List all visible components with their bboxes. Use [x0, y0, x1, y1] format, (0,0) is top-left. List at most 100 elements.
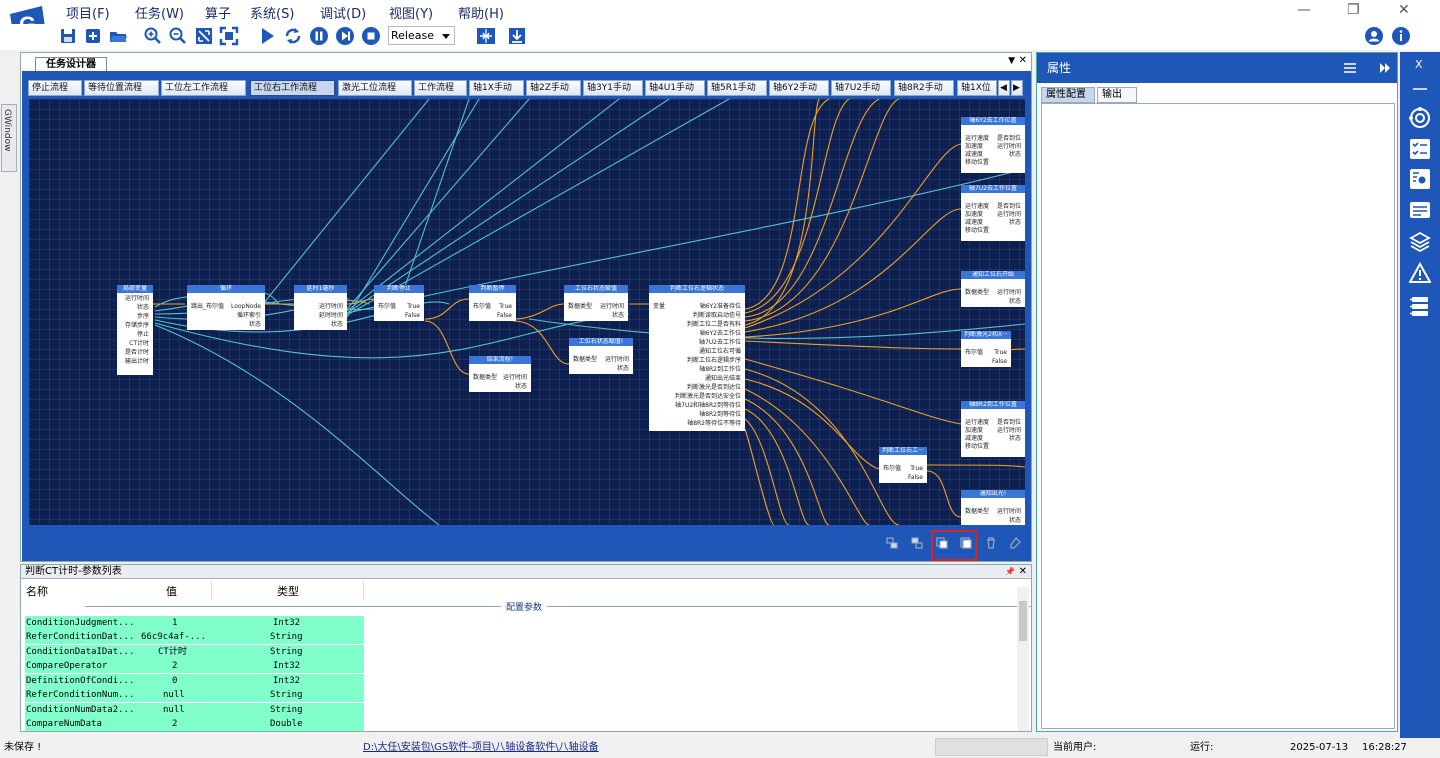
- workflow-tab[interactable]: 轴5R1手动: [707, 80, 767, 96]
- designer-doc-tab[interactable]: 任务设计器: [35, 57, 107, 71]
- param-scrollbar[interactable]: [1017, 587, 1029, 731]
- node-end-flow[interactable]: 结束流程! 数据类型 运行时间 状态: [469, 356, 531, 392]
- menu-view[interactable]: 视图(Y): [389, 3, 433, 22]
- workflow-tab-active[interactable]: 工位右工作流程: [250, 80, 335, 96]
- workflow-tab[interactable]: 停止流程: [28, 80, 82, 96]
- node-check-laser[interactable]: 判断激光2和X··· 布尔值 True False: [961, 331, 1011, 367]
- menu-help[interactable]: 帮助(H): [458, 3, 504, 22]
- param-row[interactable]: ConditionJudgment... 1 Int32: [25, 616, 364, 630]
- node-local-vars[interactable]: 局部变量 运行时间 状态 步序 存储步序 停止 CT计时 是否计时 输出计时: [117, 285, 153, 375]
- delete-icon[interactable]: [985, 537, 997, 549]
- workflow-tab[interactable]: 轴2Z手动: [526, 80, 581, 96]
- clear-icon[interactable]: [1009, 537, 1021, 549]
- stop-icon[interactable]: [361, 26, 381, 46]
- tab-scroll-left-button[interactable]: ◀: [998, 80, 1010, 96]
- layers-icon[interactable]: [1409, 231, 1431, 253]
- col-type[interactable]: 类型: [277, 583, 299, 599]
- workflow-tab[interactable]: 轴1X手动: [469, 80, 524, 96]
- node-notify-laser[interactable]: 通知出光! 数据类型 运行时间 状态: [961, 490, 1025, 525]
- workflow-tab[interactable]: 轴8R2手动: [894, 80, 954, 96]
- workflow-tab[interactable]: 轴3Y1手动: [583, 80, 643, 96]
- param-row[interactable]: ReferConditionNum... null String: [25, 688, 364, 702]
- zoom-in-icon[interactable]: [143, 26, 163, 46]
- checklist-icon[interactable]: [1409, 138, 1431, 160]
- param-close-button[interactable]: ✕: [1019, 565, 1027, 578]
- lifebuoy-icon[interactable]: [1409, 107, 1431, 129]
- menu-system[interactable]: 系统(S): [250, 3, 294, 22]
- tab-property-config[interactable]: 属性配置: [1041, 87, 1095, 103]
- ungroup-icon[interactable]: [911, 537, 923, 549]
- col-name[interactable]: 名称: [26, 583, 48, 599]
- menu-project[interactable]: 项目(F): [66, 3, 110, 22]
- run-icon[interactable]: [257, 26, 277, 46]
- workflow-tab[interactable]: 等待位置流程: [84, 80, 159, 96]
- gwindow-tab[interactable]: GWindow: [1, 104, 17, 172]
- flow-canvas[interactable]: 局部变量 运行时间 状态 步序 存储步序 停止 CT计时 是否计时 输出计时 循…: [29, 99, 1025, 525]
- node-axis6-work[interactable]: 轴6Y2去工作位置 运行速度 加速度 减速度 移动位置 是否到位 运行时间 状态: [961, 117, 1025, 173]
- fullscreen-icon[interactable]: [219, 26, 239, 46]
- node-axis7-work[interactable]: 轴7U2去工作位置 运行速度 加速度 减速度 移动位置 是否到位 运行时间 状态: [961, 185, 1025, 241]
- step-icon[interactable]: [335, 26, 355, 46]
- open-folder-icon[interactable]: [108, 26, 128, 46]
- workflow-tab[interactable]: 工作流程: [414, 80, 467, 96]
- id-card-icon[interactable]: [1409, 199, 1431, 221]
- settings-list-icon[interactable]: [1409, 168, 1431, 190]
- node-notify-start[interactable]: 通知工位右开始 数据类型 运行时间 状态: [961, 271, 1025, 307]
- workflow-tab[interactable]: 轴6Y2手动: [769, 80, 829, 96]
- pause-icon[interactable]: [309, 26, 329, 46]
- pin-icon[interactable]: 📌: [1005, 565, 1015, 578]
- node-check-station[interactable]: 判断工位右工··· 布尔值 True False: [879, 447, 927, 483]
- node-title: 判断暂停: [469, 285, 516, 293]
- info-icon[interactable]: [1391, 26, 1411, 46]
- parameter-list-panel: 判断CT计时-参数列表 📌 ✕ 名称 值 类型 配置参数 ConditionJu…: [20, 564, 1032, 732]
- minimize-button[interactable]: —: [1297, 2, 1311, 18]
- group-icon[interactable]: [886, 537, 898, 549]
- fit-icon[interactable]: [194, 26, 214, 46]
- param-row[interactable]: ConditionNumData2... null String: [25, 703, 364, 717]
- loop-icon[interactable]: [283, 26, 303, 46]
- param-row[interactable]: CompareOperator 2 Int32: [25, 659, 364, 673]
- designer-menu-button[interactable]: ▼: [1008, 56, 1015, 66]
- tab-scroll-right-button[interactable]: ▶: [1011, 80, 1023, 96]
- download-icon[interactable]: [507, 26, 527, 46]
- param-row[interactable]: ConditionDataIDat... CT计时 String: [25, 645, 364, 659]
- param-row[interactable]: CompareNumData 2 Double: [25, 717, 364, 731]
- menu-task[interactable]: 任务(W): [135, 3, 184, 22]
- menu-debug[interactable]: 调试(D): [320, 3, 366, 22]
- dash-icon[interactable]: [1409, 78, 1431, 100]
- node-axis8-work[interactable]: 轴8R2到工作位置 运行速度 加速度 减速度 移动位置 是否到位 运行时间 状态: [961, 401, 1025, 457]
- zoom-out-icon[interactable]: [168, 26, 188, 46]
- node-check-stop[interactable]: 判断停止 布尔值 True False: [374, 285, 424, 321]
- menu-icon[interactable]: [1344, 63, 1356, 73]
- node-title: 判断工位右工···: [879, 447, 927, 455]
- menu-operator[interactable]: 算子: [205, 3, 231, 22]
- workflow-tab[interactable]: 轴4U1手动: [645, 80, 705, 96]
- collapse-icon[interactable]: [1379, 63, 1391, 73]
- save-icon[interactable]: [58, 26, 78, 46]
- param-row[interactable]: DefinitionOfCondi... 0 Int32: [25, 674, 364, 688]
- node-check-pause[interactable]: 判断暂停 布尔值 True False: [469, 285, 516, 321]
- node-logic-switch[interactable]: 判断工位右逻辑状态 变量 轴6Y2准备待位 判断读取启动信号 判断工位二是否有料…: [649, 285, 745, 431]
- workflow-tab[interactable]: 轴1X位: [957, 80, 997, 96]
- structure-icon[interactable]: [1409, 295, 1431, 317]
- warning-icon[interactable]: [1409, 262, 1431, 284]
- node-assign-state[interactable]: 工位右状态赋值 数据类型 运行时间 状态: [564, 285, 628, 321]
- node-loop[interactable]: 循环 跳出_布尔值 LoopNode 循环索引 状态: [187, 285, 265, 330]
- maximize-button[interactable]: ❐: [1347, 2, 1360, 18]
- param-row[interactable]: ReferConditionDat... 66c9c4af-... String: [25, 630, 364, 644]
- build-config-select[interactable]: Release: [388, 26, 455, 45]
- close-button[interactable]: ✕: [1398, 2, 1410, 18]
- workflow-tab[interactable]: 激光工位流程: [338, 80, 412, 96]
- rightbar-close-button[interactable]: X: [1415, 58, 1423, 71]
- user-icon[interactable]: [1364, 26, 1384, 46]
- new-icon[interactable]: [83, 26, 103, 46]
- workflow-tab[interactable]: 轴7U2手动: [831, 80, 891, 96]
- workflow-tab[interactable]: 工位左工作流程: [161, 80, 246, 96]
- tab-output[interactable]: 输出: [1097, 87, 1137, 103]
- node-delay[interactable]: 延时1毫秒 运行时间 延时时间 状态: [294, 285, 347, 330]
- col-value[interactable]: 值: [166, 583, 177, 599]
- designer-close-button[interactable]: ✕: [1019, 55, 1027, 66]
- align-icon[interactable]: [476, 26, 496, 46]
- node-assign-state-2[interactable]: 工位右状态赋值! 数据类型 运行时间 状态: [569, 338, 633, 374]
- project-path-link[interactable]: D:\大任\安装包\GS软件-项目\八轴设备软件\八轴设备: [363, 739, 599, 757]
